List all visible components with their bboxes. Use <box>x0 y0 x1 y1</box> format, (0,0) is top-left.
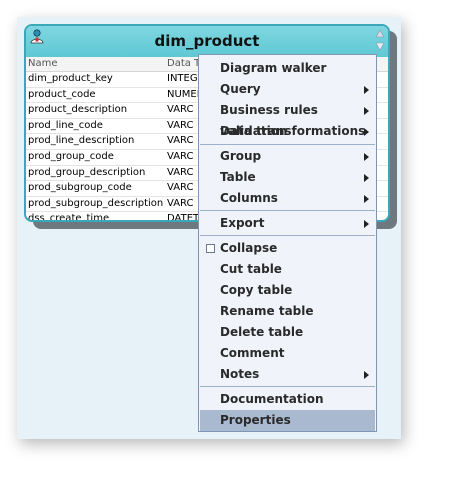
column-name: prod_group_description <box>28 166 146 178</box>
menu-item-collapse[interactable]: Collapse <box>200 238 375 259</box>
table-title: dim_product <box>154 32 260 50</box>
column-header-data-type: Data T <box>167 58 201 69</box>
submenu-arrow-icon <box>364 128 369 136</box>
menu-item-documentation[interactable]: Documentation <box>200 389 375 410</box>
column-name: prod_line_code <box>28 119 103 131</box>
menu-item-label: Group <box>220 149 262 163</box>
menu-item-table[interactable]: Table <box>200 167 375 188</box>
column-type: DATET <box>167 213 200 222</box>
checkbox-icon[interactable] <box>206 244 215 253</box>
menu-item-cut-table[interactable]: Cut table <box>200 259 375 280</box>
menu-item-business-rules-validation[interactable]: Business rules validation <box>200 100 375 138</box>
column-type: VARC <box>167 119 194 131</box>
menu-item-notes[interactable]: Notes <box>200 364 375 385</box>
menu-separator <box>200 144 375 145</box>
menu-item-label: Notes <box>220 367 260 381</box>
menu-item-label: Rename table <box>220 304 314 318</box>
collapse-arrows-icon[interactable] <box>375 27 385 53</box>
menu-item-label: Cut table <box>220 262 282 276</box>
menu-item-label: Export <box>220 216 265 230</box>
column-name: prod_line_description <box>28 135 135 147</box>
menu-item-export[interactable]: Export <box>200 213 375 234</box>
column-type: VARC <box>167 166 194 178</box>
submenu-arrow-icon <box>364 86 369 94</box>
menu-item-data-transformations[interactable]: Data transformations <box>200 121 375 142</box>
menu-item-label: Table <box>220 170 256 184</box>
column-type: VARC <box>167 182 194 194</box>
menu-item-diagram-walker[interactable]: Diagram walker <box>200 58 375 79</box>
menu-item-copy-table[interactable]: Copy table <box>200 280 375 301</box>
submenu-arrow-icon <box>364 107 369 115</box>
menu-item-properties[interactable]: Properties <box>200 410 375 431</box>
submenu-arrow-icon <box>364 153 369 161</box>
column-type: VARC <box>167 135 194 147</box>
submenu-arrow-icon <box>364 174 369 182</box>
menu-item-label: Data transformations <box>220 124 366 138</box>
column-name: product_code <box>28 88 96 100</box>
menu-item-label: Collapse <box>220 241 278 255</box>
menu-item-columns[interactable]: Columns <box>200 188 375 209</box>
menu-item-rename-table[interactable]: Rename table <box>200 301 375 322</box>
menu-item-label: Comment <box>220 346 285 360</box>
menu-item-label: Documentation <box>220 392 324 406</box>
menu-item-comment[interactable]: Comment <box>200 343 375 364</box>
column-name: prod_subgroup_code <box>28 182 132 194</box>
menu-separator <box>200 235 375 236</box>
menu-item-label: Properties <box>220 413 291 427</box>
column-header-name: Name <box>28 58 58 69</box>
menu-separator <box>200 386 375 387</box>
menu-item-query[interactable]: Query <box>200 79 375 100</box>
column-name: prod_group_code <box>28 150 114 162</box>
column-name: dss_create_time <box>28 213 110 222</box>
column-name: prod_subgroup_description <box>28 197 164 209</box>
column-type: VARC <box>167 197 194 209</box>
column-name: product_description <box>28 104 128 116</box>
menu-item-label: Columns <box>220 191 278 205</box>
menu-item-label: Copy table <box>220 283 293 297</box>
column-type: VARC <box>167 104 194 116</box>
menu-item-label: Delete table <box>220 325 304 339</box>
submenu-arrow-icon <box>364 195 369 203</box>
menu-item-label: Query <box>220 82 261 96</box>
column-type: VARC <box>167 150 194 162</box>
menu-separator <box>200 210 375 211</box>
menu-item-label: Diagram walker <box>220 61 327 75</box>
column-name: dim_product_key <box>28 73 113 84</box>
context-menu: Diagram walker Query Business rules vali… <box>198 54 377 432</box>
submenu-arrow-icon <box>364 371 369 379</box>
submenu-arrow-icon <box>364 220 369 228</box>
menu-item-delete-table[interactable]: Delete table <box>200 322 375 343</box>
menu-item-group[interactable]: Group <box>200 146 375 167</box>
